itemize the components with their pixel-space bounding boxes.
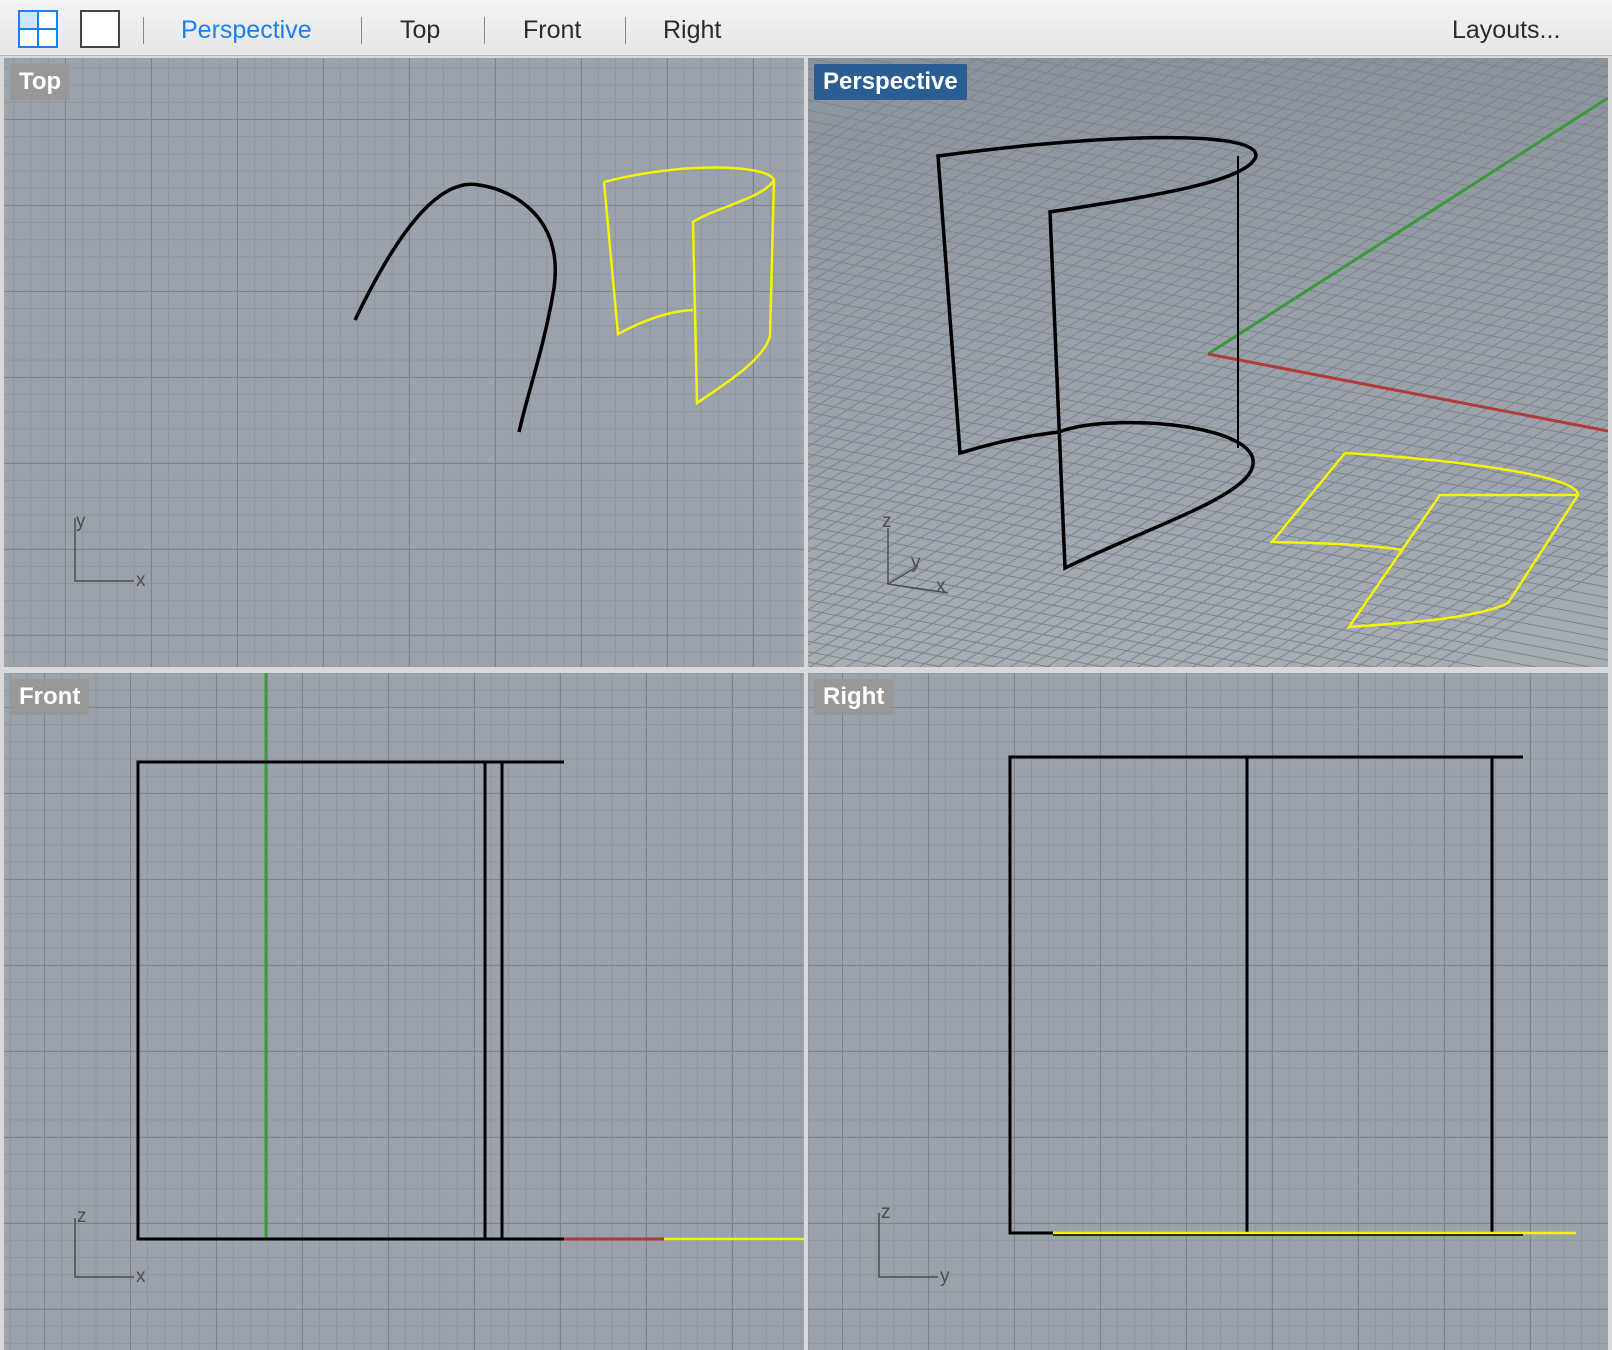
tab-top[interactable]: Top <box>400 0 440 56</box>
axis-label-z: z <box>881 1202 891 1223</box>
tab-right[interactable]: Right <box>663 0 721 56</box>
surface-edges <box>1008 755 1523 1235</box>
four-viewport-layout-icon[interactable] <box>18 10 58 53</box>
toolbar-separator <box>484 17 485 44</box>
viewport-front[interactable]: z x Front <box>4 673 804 1350</box>
perspective-grid <box>808 58 1608 667</box>
layouts-button[interactable]: Layouts... <box>1452 0 1560 56</box>
single-viewport-icon[interactable] <box>80 10 120 53</box>
viewport-label-right[interactable]: Right <box>814 679 894 715</box>
viewport-label-front[interactable]: Front <box>10 679 90 715</box>
perspective-viewport-canvas: z y x <box>808 58 1608 667</box>
toolbar-separator <box>625 17 626 44</box>
top-viewport-canvas: y x <box>74 166 776 591</box>
viewport-perspective[interactable]: z y x Perspective <box>808 58 1608 667</box>
axis-label-x: x <box>136 1266 146 1287</box>
axis-label-x: x <box>936 576 946 597</box>
front-viewport-canvas: z x <box>74 673 804 1287</box>
axis-label-x: x <box>136 570 146 591</box>
viewport-label-perspective[interactable]: Perspective <box>814 64 967 100</box>
toolbar-separator <box>143 17 144 44</box>
axis-label-y: y <box>911 552 921 573</box>
viewport-toolbar: Perspective Top Front Right Layouts... <box>0 0 1612 56</box>
axis-label-y: y <box>940 1266 950 1287</box>
axis-label-z: z <box>882 511 892 532</box>
toolbar-separator <box>361 17 362 44</box>
viewport-top[interactable]: y x Top <box>4 58 804 667</box>
axis-label-z: z <box>77 1206 87 1227</box>
right-viewport-canvas: z y <box>878 755 1576 1287</box>
surface-edges <box>136 760 564 1241</box>
curve-arc <box>353 182 558 433</box>
tab-front[interactable]: Front <box>523 0 581 56</box>
viewport-label-top[interactable]: Top <box>10 64 71 100</box>
viewport-right[interactable]: z y Right <box>808 673 1608 1350</box>
selected-surface <box>602 166 776 406</box>
axis-label-y: y <box>76 511 86 532</box>
tab-perspective[interactable]: Perspective <box>181 0 312 56</box>
